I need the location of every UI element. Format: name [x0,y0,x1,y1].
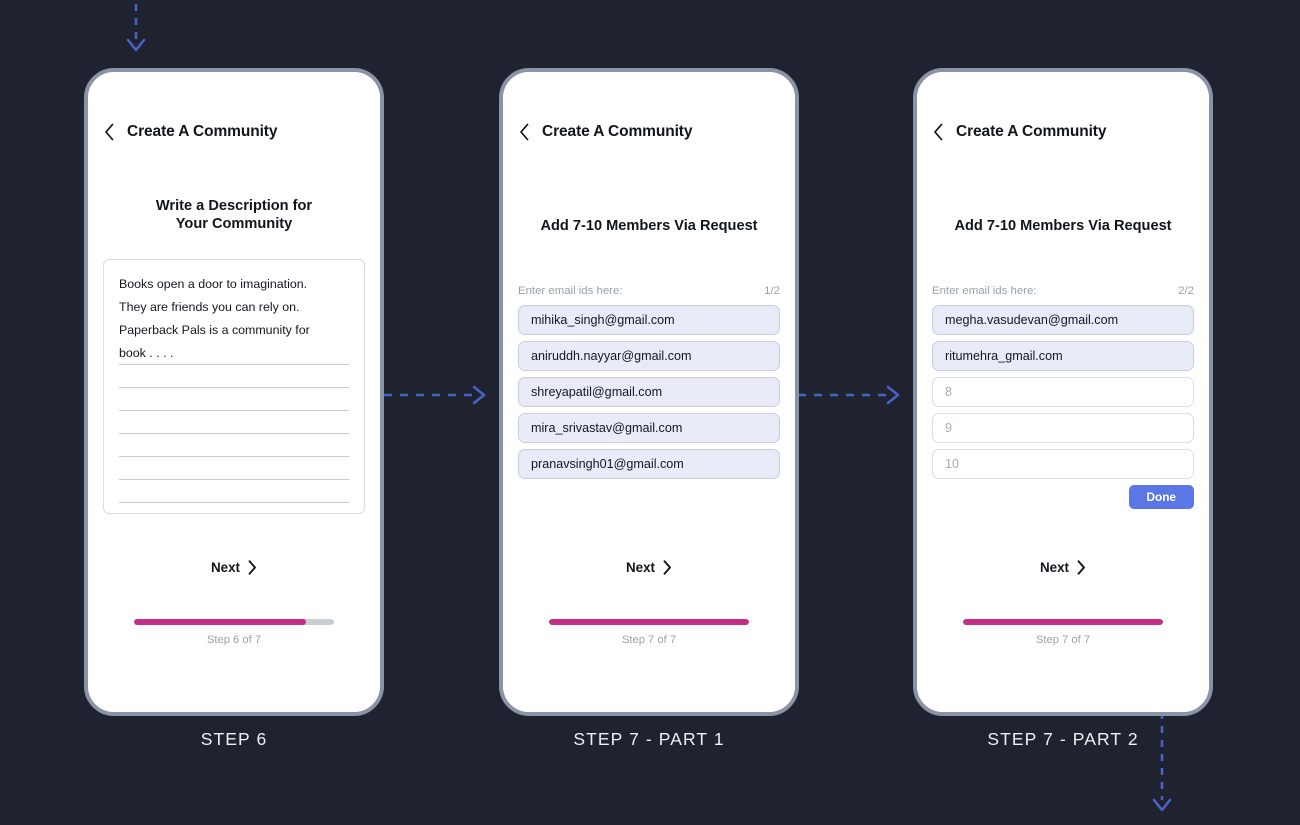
page-title: Add 7-10 Members Via Request [540,218,758,234]
progress-track [134,619,334,625]
description-line: Paperback Pals is a community for [119,322,310,337]
email-input[interactable]: 9 [932,412,1194,443]
next-button[interactable]: Next [917,560,1209,575]
connector-arrow-right-2 [798,385,900,405]
nav-title: Create A Community [956,123,1107,140]
next-chevron-icon [248,560,257,575]
email-entry-section: Enter email ids here: 2/2 megha.vasudeva… [932,285,1194,509]
phone-mockup-step-7-part-2: Create A Community Add 7-10 Members Via … [913,68,1213,716]
email-input[interactable]: mira_srivastav@gmail.com [518,412,780,443]
screen-step-7-part-2: Create A Community Add 7-10 Members Via … [917,72,1209,712]
phone-mockup-step-6: Create A Community Write a Description f… [84,68,384,716]
email-input[interactable]: ritumehra_gmail.com [932,340,1194,371]
progress-label: Step 6 of 7 [206,634,262,646]
connector-arrow-right-1 [384,385,486,405]
progress-fill [963,619,1163,625]
progress-track [963,619,1163,625]
next-label: Next [210,560,241,575]
email-input[interactable]: 10 [932,448,1194,479]
progress-label: Step 7 of 7 [1035,634,1091,646]
email-input[interactable]: pranavsingh01@gmail.com [518,448,780,479]
next-button[interactable]: Next [88,560,380,575]
phone-mockup-step-7-part-1: Create A Community Add 7-10 Members Via … [499,68,799,716]
nav-title: Create A Community [542,123,693,140]
page-title: Write a Description for Your Community [88,198,380,234]
email-section-label: Enter email ids here: [932,284,1037,297]
nav-title: Create A Community [127,123,278,140]
next-chevron-icon [663,560,672,575]
progress-fill [134,619,306,625]
email-label-row: Enter email ids here: 2/2 [932,285,1194,297]
done-button[interactable]: Done [1128,484,1194,509]
page-counter: 1/2 [764,284,780,297]
nav-header: Create A Community [88,72,380,142]
page-title: Add 7-10 Members Via Request [954,218,1172,234]
page-title-line-1: Write a Description for [155,198,313,214]
email-input[interactable]: aniruddh.nayyar@gmail.com [518,340,780,371]
step-caption: STEP 6 [200,729,268,749]
description-line: book . . . . [119,345,174,360]
description-line: Books open a door to imagination. [119,276,308,291]
step-caption: STEP 7 - PART 1 [573,729,725,749]
next-label: Next [625,560,656,575]
connector-arrow-down-top [126,0,146,52]
email-label-row: Enter email ids here: 1/2 [518,285,780,297]
done-row: Done [932,484,1194,509]
step-caption: STEP 7 - PART 2 [987,729,1139,749]
screen-step-6: Create A Community Write a Description f… [88,72,380,712]
email-input[interactable]: mihika_singh@gmail.com [518,304,780,335]
next-chevron-icon [1077,560,1086,575]
progress-section: Step 6 of 7 [134,619,334,646]
nav-header: Create A Community [503,72,795,142]
description-line: They are friends you can rely on. [119,299,300,314]
progress-track [549,619,749,625]
description-text: Books open a door to imagination. They a… [119,273,349,365]
screen-step-7-part-1: Create A Community Add 7-10 Members Via … [503,72,795,712]
next-label: Next [1039,560,1070,575]
back-chevron-icon[interactable] [931,122,945,142]
nav-header: Create A Community [917,72,1209,142]
page-title-line-2: Your Community [175,215,293,232]
email-entry-section: Enter email ids here: 1/2 mihika_singh@g… [518,285,780,479]
description-textarea[interactable]: Books open a door to imagination. They a… [103,258,365,514]
email-input[interactable]: shreyapatil@gmail.com [518,376,780,407]
email-input[interactable]: megha.vasudevan@gmail.com [932,304,1194,335]
flow-canvas: Create A Community Write a Description f… [0,0,1300,825]
email-section-label: Enter email ids here: [518,284,623,297]
back-chevron-icon[interactable] [102,122,116,142]
progress-fill [549,619,749,625]
next-button[interactable]: Next [503,560,795,575]
progress-section: Step 7 of 7 [549,619,749,646]
progress-section: Step 7 of 7 [963,619,1163,646]
email-input[interactable]: 8 [932,376,1194,407]
progress-label: Step 7 of 7 [621,634,677,646]
back-chevron-icon[interactable] [517,122,531,142]
page-counter: 2/2 [1178,284,1194,297]
